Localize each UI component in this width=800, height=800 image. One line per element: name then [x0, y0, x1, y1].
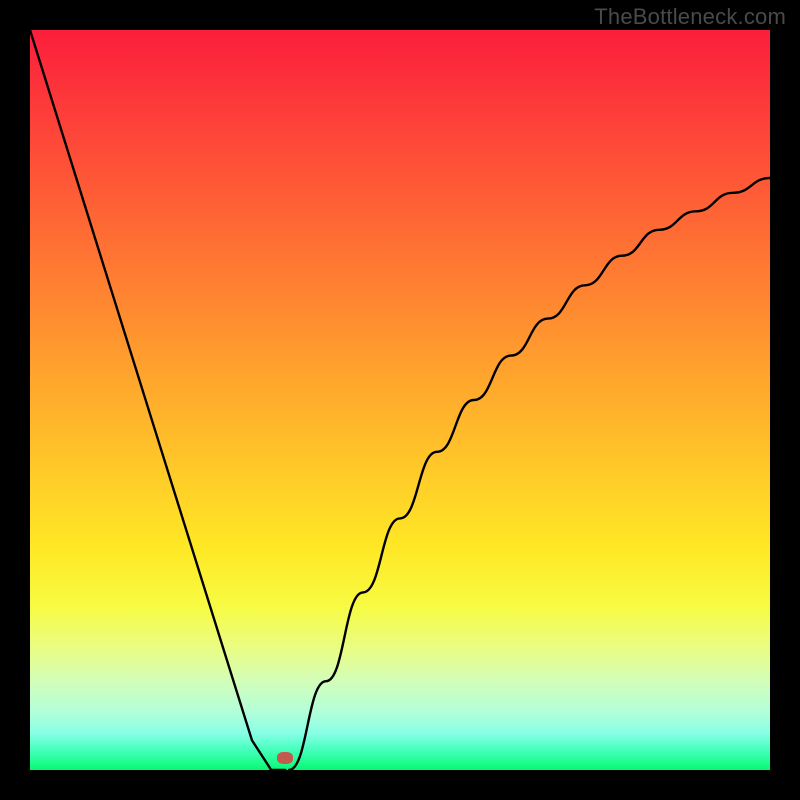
bottleneck-curve	[30, 30, 770, 770]
watermark-text: TheBottleneck.com	[594, 4, 786, 30]
curve-left-branch	[30, 30, 285, 770]
bottleneck-marker	[277, 752, 293, 764]
plot-area	[30, 30, 770, 770]
chart-frame: TheBottleneck.com	[0, 0, 800, 800]
curve-right-branch	[289, 178, 770, 770]
